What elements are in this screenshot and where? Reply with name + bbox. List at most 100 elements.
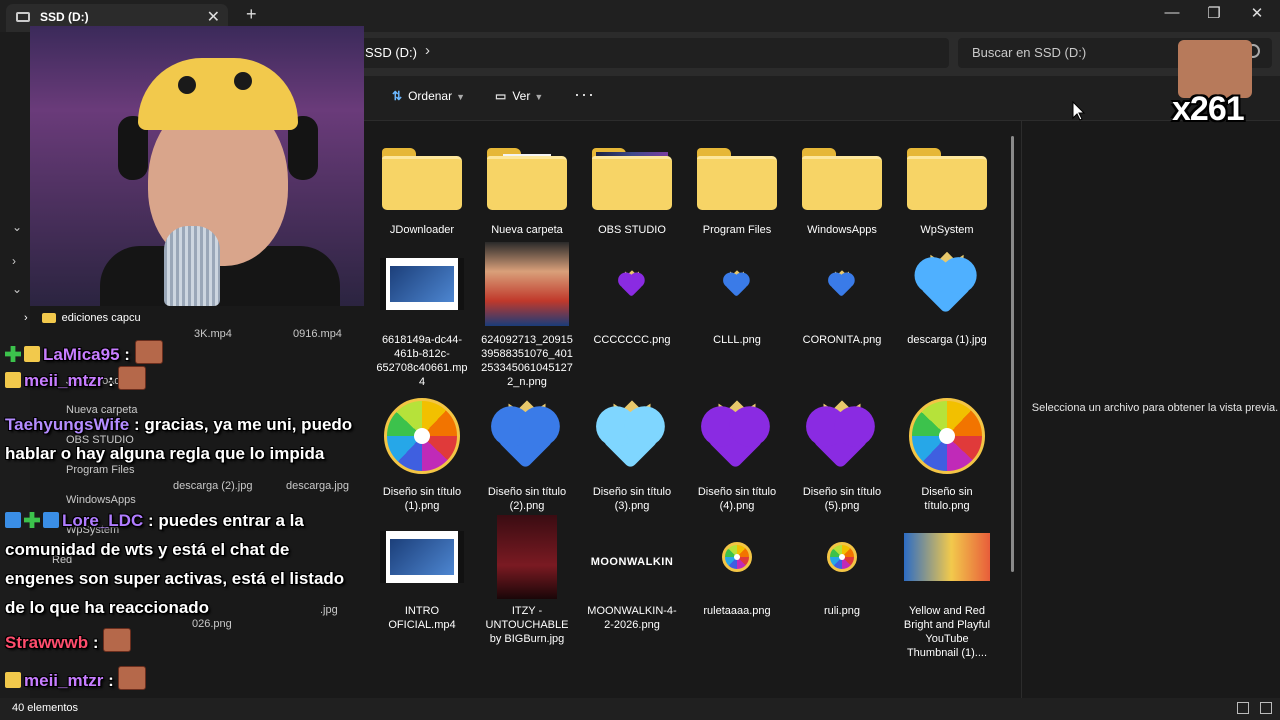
stream-chat: LaMica95 : meii_mtzr : TaehyungsWife : g…	[0, 340, 364, 698]
file-label: CLLL.png	[713, 334, 761, 346]
chat-username[interactable]: meii_mtzr	[24, 671, 103, 690]
chat-message: meii_mtzr :	[5, 666, 355, 695]
image-thumbnail	[497, 515, 557, 599]
breadcrumb[interactable]: SSD (D:) ›	[355, 38, 949, 68]
chat-separator: :	[103, 371, 119, 390]
heart-image	[915, 251, 979, 316]
wheel-image	[722, 542, 752, 572]
wheel-image	[909, 398, 985, 474]
file-item[interactable]: ruletaaaa.png	[689, 514, 785, 618]
thumbnail-wrap	[899, 391, 995, 481]
chat-username[interactable]: Lore_LDC	[62, 511, 143, 530]
file-label: Diseño sin título (1).png	[382, 486, 462, 512]
sidebar-item-ediciones[interactable]: › ediciones capcu	[24, 312, 141, 324]
thumbnail-wrap	[479, 514, 575, 600]
chat-message: TaehyungsWife : gracias, ya me uni, pued…	[5, 410, 355, 468]
video-thumbnail	[380, 258, 464, 310]
tiles-view-icon[interactable]	[1260, 702, 1272, 714]
chevron-down-icon[interactable]: ⌄	[12, 220, 22, 234]
folder-item[interactable]: Nueva carpeta	[479, 139, 575, 237]
thumbnail-wrap	[899, 139, 995, 219]
thumbnail-wrap	[899, 514, 995, 600]
close-window-button[interactable]: ✕	[1242, 4, 1272, 22]
file-item[interactable]: INTRO OFICIAL.mp4	[374, 514, 470, 632]
view-button[interactable]: ▭ Ver ▼	[495, 89, 543, 103]
minimize-button[interactable]: —	[1157, 4, 1187, 21]
item-count: 40 elementos	[12, 702, 79, 714]
more-options-button[interactable]: ···	[574, 84, 595, 105]
file-item[interactable]: Diseño sin título (4).png	[689, 391, 785, 513]
folder-item[interactable]: JDownloader	[374, 139, 470, 237]
file-item[interactable]: Diseño sin título (2).png	[479, 391, 575, 513]
sort-label: Ordenar	[408, 89, 453, 103]
crown-badge-icon	[5, 372, 21, 388]
file-item[interactable]: CCCCCCC.png	[584, 239, 680, 347]
file-item[interactable]: CORONITA.png	[794, 239, 890, 347]
heart-image	[596, 400, 667, 471]
close-tab-icon[interactable]: ✕	[207, 7, 220, 27]
file-label: WpSystem	[920, 224, 974, 236]
emote-icon	[118, 366, 147, 390]
file-item[interactable]: Diseño sin título.png	[899, 391, 995, 513]
file-item[interactable]: Diseño sin título (3).png	[584, 391, 680, 513]
blue-badge-icon	[43, 512, 59, 528]
file-item[interactable]: MOONWALKIN MOONWALKIN-4-2-2026.png	[584, 514, 680, 632]
thumbnail-wrap	[584, 239, 680, 329]
file-label: Diseño sin título (4).png	[697, 486, 777, 512]
thumbnail-wrap	[689, 239, 785, 329]
heart-image	[618, 270, 646, 298]
file-item[interactable]: ITZY - UNTOUCHABLE by BIGBurn.jpg	[479, 514, 575, 646]
sort-button[interactable]: ⇅ Ordenar ▼	[392, 89, 465, 103]
folder-item[interactable]: Program Files	[689, 139, 785, 237]
crown-badge-icon	[24, 346, 40, 362]
folder-icon	[697, 148, 777, 210]
file-item[interactable]: Diseño sin título (1).png	[374, 391, 470, 513]
folder-item[interactable]: WindowsApps	[794, 139, 890, 237]
folder-item[interactable]: OBS STUDIO	[584, 139, 680, 237]
crown-badge-icon	[5, 672, 21, 688]
file-label: Diseño sin título.png	[921, 486, 973, 512]
scrollbar[interactable]	[1011, 136, 1014, 572]
file-label: WindowsApps	[807, 224, 877, 236]
chat-username[interactable]: LaMica95	[43, 345, 120, 364]
chat-separator: :	[129, 415, 145, 434]
file-label: CORONITA.png	[802, 334, 882, 346]
view-icon: ▭	[495, 89, 507, 103]
thumbnail-wrap	[794, 139, 890, 219]
file-label: JDownloader	[389, 224, 455, 236]
details-view-icon[interactable]	[1237, 702, 1249, 714]
chat-username[interactable]: TaehyungsWife	[5, 415, 129, 434]
chat-username[interactable]: Strawwwb	[5, 633, 88, 652]
chevron-right-icon[interactable]: ›	[12, 254, 16, 268]
maximize-button[interactable]: ❐	[1199, 4, 1229, 22]
chevron-down-icon[interactable]: ⌄	[12, 282, 22, 296]
folder-icon	[907, 148, 987, 210]
folder-icon	[487, 148, 567, 210]
file-item[interactable]: CLLL.png	[689, 239, 785, 347]
thumbnail-wrap	[794, 514, 890, 600]
video-thumbnail	[380, 531, 464, 583]
folder-item[interactable]: WpSystem	[899, 139, 995, 237]
thumbnail-wrap	[479, 239, 575, 329]
sort-icon: ⇅	[392, 89, 403, 103]
file-item[interactable]: Yellow and Red Bright and Playful YouTub…	[899, 514, 995, 660]
file-item[interactable]: 6618149a-dc44-461b-812c-652708c40661.mp4	[374, 239, 470, 389]
new-tab-button[interactable]: +	[246, 4, 257, 25]
chat-separator: :	[119, 345, 135, 364]
breadcrumb-ssd[interactable]: SSD (D:)	[365, 45, 417, 60]
file-item[interactable]: descarga (1).jpg	[899, 239, 995, 347]
thumbnail-wrap	[899, 239, 995, 329]
preview-pane: Selecciona un archivo para obtener la vi…	[1021, 121, 1280, 698]
file-label: ruli.png	[823, 605, 861, 617]
file-item[interactable]: ruli.png	[794, 514, 890, 618]
file-label: Diseño sin título (5).png	[802, 486, 882, 512]
chat-username[interactable]: meii_mtzr	[24, 371, 103, 390]
file-item[interactable]: Diseño sin título (5).png	[794, 391, 890, 513]
chevron-right-icon[interactable]: ›	[425, 42, 430, 59]
chat-message: Strawwwb :	[5, 628, 355, 657]
search-input[interactable]: Buscar en SSD (D:)	[972, 45, 1086, 60]
streamer-cap	[138, 58, 298, 130]
chevron-down-icon: ▼	[456, 92, 466, 102]
heart-image	[806, 400, 877, 471]
file-item[interactable]: 624092713_2091539588351076_4012533450610…	[479, 239, 575, 389]
